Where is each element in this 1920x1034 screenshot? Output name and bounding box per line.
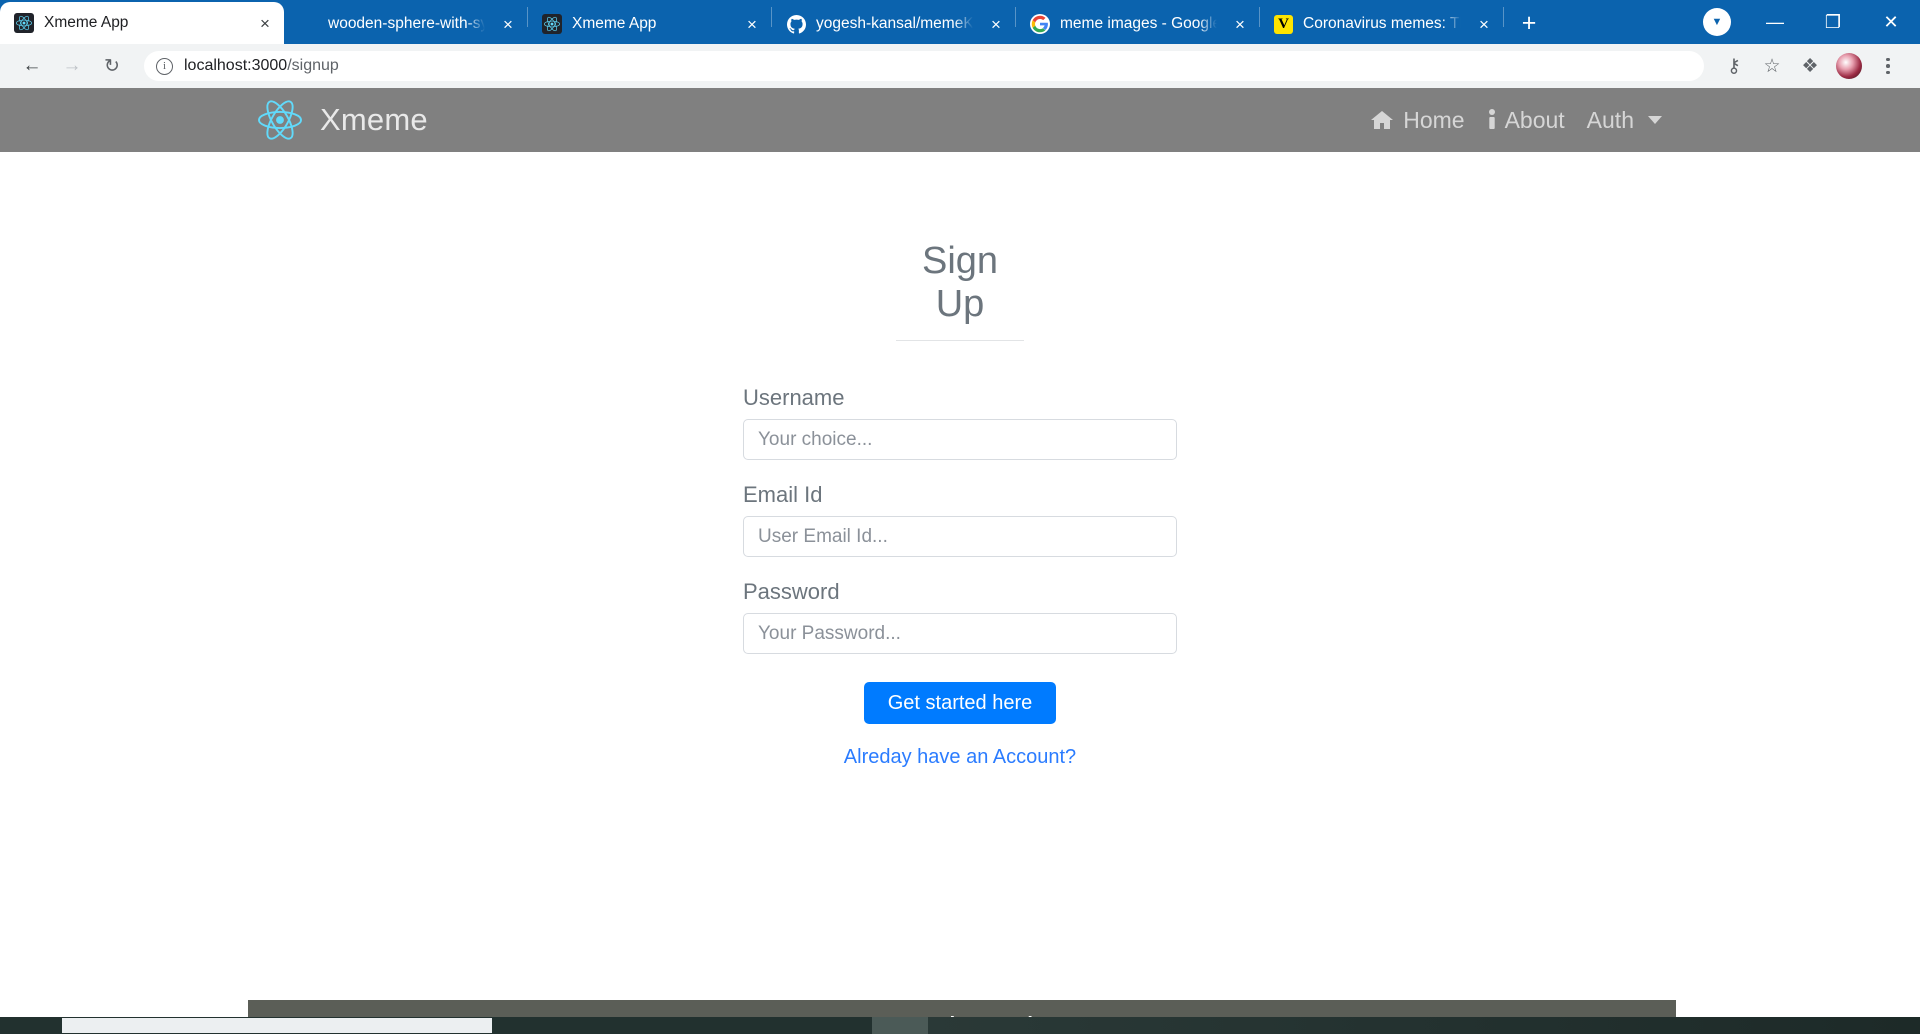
brand-title: Xmeme: [320, 102, 428, 137]
browser-tab-0[interactable]: Xmeme App ×: [0, 2, 284, 44]
url-host: localhost:3000: [184, 57, 288, 74]
navbar-links: Home About Auth: [1369, 107, 1920, 134]
browser-tab-3[interactable]: yogesh-kansal/memeKeepe ×: [772, 4, 1015, 44]
tab-close-icon[interactable]: ×: [983, 11, 1009, 37]
maximize-button[interactable]: ❐: [1804, 0, 1862, 44]
field-password: Password: [743, 579, 1177, 654]
reload-icon[interactable]: ↻: [94, 48, 130, 84]
site-info-icon[interactable]: i: [156, 57, 173, 75]
react-logo-icon: [258, 98, 302, 142]
blank-icon: [298, 14, 318, 34]
signup-content: Sign Up Username Email Id Password Get s…: [0, 152, 1920, 769]
scrollbar-thumb[interactable]: [62, 1018, 492, 1033]
field-label: Email Id: [743, 482, 823, 507]
tab-title: Xmeme App: [572, 15, 657, 32]
nav-label: Home: [1403, 106, 1465, 133]
info-icon: [1487, 108, 1497, 132]
submit-row: Get started here: [743, 682, 1177, 724]
toolbar-actions: ⚷ ☆ ❖: [1716, 48, 1906, 84]
new-tab-button[interactable]: +: [1512, 6, 1546, 40]
already-have-account-link[interactable]: Alreday have an Account?: [844, 746, 1076, 769]
taskbar-segment: [872, 1017, 928, 1034]
github-icon: [786, 14, 806, 34]
google-icon: [1030, 14, 1050, 34]
alt-link-row: Alreday have an Account?: [743, 746, 1177, 769]
tab-title: wooden-sphere-with-symbo: [328, 15, 485, 32]
avatar[interactable]: [1836, 53, 1862, 79]
bookmark-star-icon[interactable]: ☆: [1754, 48, 1790, 84]
window-controls: ▼ — ❐ ✕: [1688, 0, 1920, 44]
nav-item-home[interactable]: Home: [1369, 106, 1465, 134]
browser-tab-5[interactable]: V Coronavirus memes: These A ×: [1260, 4, 1503, 44]
tab-strip: Xmeme App × wooden-sphere-with-symbo × X…: [0, 0, 1920, 44]
tab-close-icon[interactable]: ×: [739, 11, 765, 37]
tab-close-icon[interactable]: ×: [252, 10, 278, 36]
nav-item-auth[interactable]: Auth: [1587, 107, 1662, 134]
brand[interactable]: Xmeme: [258, 98, 428, 142]
react-icon: [14, 13, 34, 33]
password-key-icon[interactable]: ⚷: [1716, 48, 1752, 84]
signup-form: Username Email Id Password Get started h…: [743, 385, 1177, 769]
page-title: Sign Up: [896, 240, 1024, 341]
page-viewport: Xmeme Home About Auth Sign Up Username Y…: [0, 88, 1920, 1034]
field-email: Email Id: [743, 482, 1177, 557]
field-label: Username: [743, 385, 845, 410]
minimize-button[interactable]: —: [1746, 0, 1804, 44]
v-icon: V: [1274, 14, 1293, 34]
field-username: Username: [743, 385, 1177, 460]
browser-window: Xmeme App × wooden-sphere-with-symbo × X…: [0, 0, 1920, 1034]
taskbar-segment: [928, 1017, 1920, 1034]
url-text: localhost:3000/signup: [184, 57, 339, 75]
browser-tab-2[interactable]: Xmeme App ×: [528, 4, 771, 44]
chrome-menu-icon[interactable]: [1870, 48, 1906, 84]
browser-tab-1[interactable]: wooden-sphere-with-symbo ×: [284, 4, 527, 44]
site-navbar: Xmeme Home About Auth: [0, 88, 1920, 152]
tab-title: Xmeme App: [44, 14, 129, 31]
browser-toolbar: ← → ↻ i localhost:3000/signup ⚷ ☆ ❖: [0, 44, 1920, 88]
react-icon: [542, 14, 562, 34]
tab-title: meme images - Google Sea: [1060, 15, 1217, 32]
address-bar[interactable]: i localhost:3000/signup: [144, 51, 1704, 81]
password-input[interactable]: [743, 613, 1177, 654]
get-started-button[interactable]: Get started here: [863, 682, 1057, 724]
email-input[interactable]: [743, 516, 1177, 557]
tab-close-icon[interactable]: ×: [1471, 11, 1497, 37]
tab-close-icon[interactable]: ×: [1227, 11, 1253, 37]
username-input[interactable]: [743, 419, 1177, 460]
browser-tab-4[interactable]: meme images - Google Sea ×: [1016, 4, 1259, 44]
nav-label: About: [1504, 106, 1565, 133]
tab-divider: [1503, 7, 1504, 27]
nav-label: Auth: [1586, 106, 1634, 133]
tab-title: Coronavirus memes: These A: [1303, 15, 1461, 32]
tab-title: yogesh-kansal/memeKeepe: [816, 15, 973, 32]
extensions-puzzle-icon[interactable]: ❖: [1792, 48, 1828, 84]
horizontal-scrollbar[interactable]: [0, 1017, 1920, 1034]
forward-icon[interactable]: →: [54, 48, 90, 84]
url-path: /signup: [287, 57, 339, 74]
field-label: Password: [743, 579, 840, 604]
close-window-button[interactable]: ✕: [1862, 0, 1920, 44]
home-icon: [1369, 108, 1395, 132]
tab-close-icon[interactable]: ×: [495, 11, 521, 37]
nav-item-about[interactable]: About: [1487, 107, 1565, 134]
back-icon[interactable]: ←: [14, 48, 50, 84]
profile-badge-icon[interactable]: ▼: [1688, 0, 1746, 44]
chevron-down-icon: [1648, 116, 1662, 124]
